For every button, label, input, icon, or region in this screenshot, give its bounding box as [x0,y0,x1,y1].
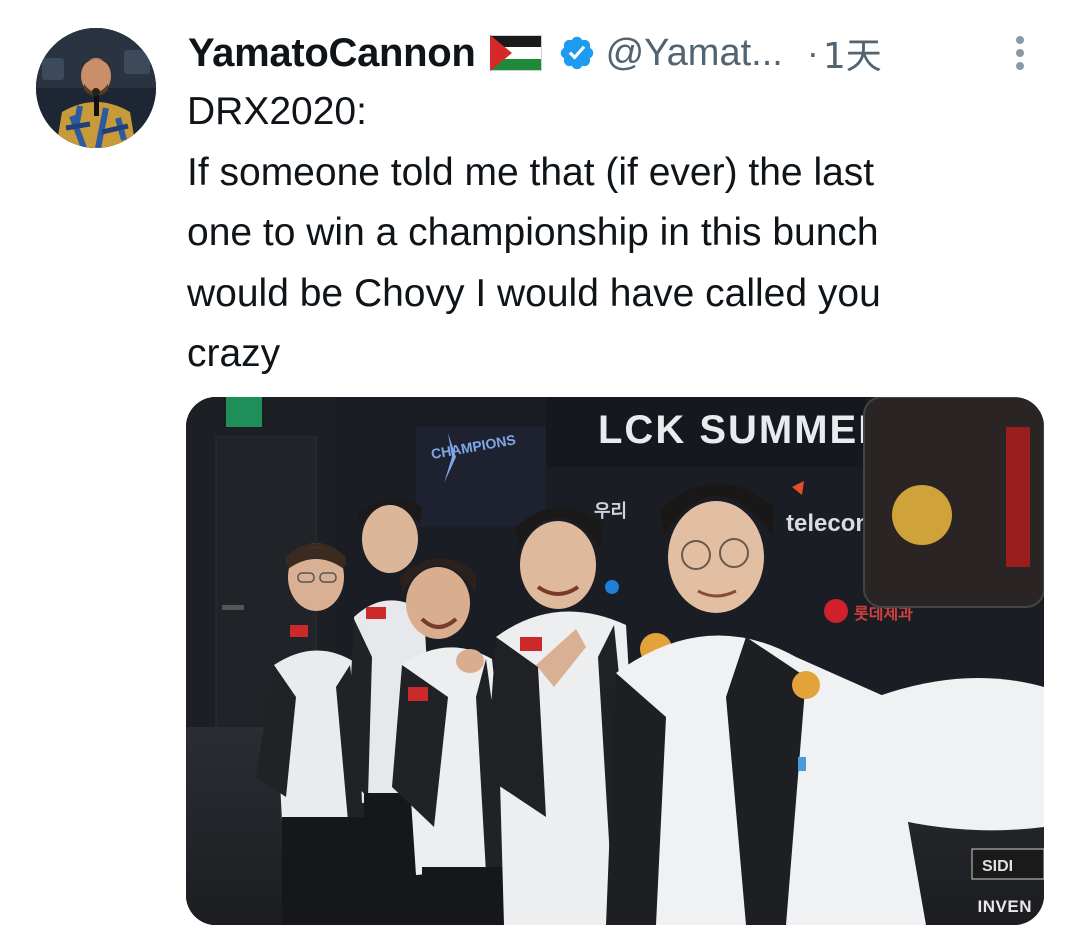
tweet-media-photo[interactable]: CHAMPIONS LCK SUMMER 우리 telecom 롯데제과 SID… [186,397,1044,925]
author-handle[interactable]: @Yamat... [606,32,783,75]
tweet-card[interactable]: YamatoCannon @Yamat... · 1天 DRX2020: If … [0,0,1080,939]
more-options-button[interactable] [1003,30,1037,76]
tweet-text: DRX2020: If someone told me that (if eve… [187,82,1047,385]
tweet-text-line: would be Chovy I would have called you [187,271,881,315]
author-avatar[interactable] [36,28,156,148]
tweet-timestamp[interactable]: 1天 [823,27,882,79]
verified-badge-icon[interactable] [558,34,596,72]
tweet-text-line: one to win a championship in this bunch [187,211,879,254]
inven-watermark: INVEN [977,897,1032,916]
tweet-header: YamatoCannon @Yamat... · 1天 [188,28,1048,78]
tweet-text-line: DRX2020: [187,90,367,133]
exit-sign [226,397,262,427]
avatar-image [36,28,156,148]
author-display-name[interactable]: YamatoCannon [188,31,476,76]
lck-banner-text: LCK SUMMER [598,408,889,452]
svg-text:SIDI: SIDI [982,858,1013,875]
more-vertical-icon [1016,36,1024,70]
separator-dot: · [806,32,819,73]
palestine-flag-icon [489,35,542,71]
tweet-text-line: If someone told me that (if ever) the la… [187,150,875,194]
tweet-text-line: crazy [187,332,281,375]
svg-text:우리: 우리 [594,501,627,521]
team-selfie-photo: CHAMPIONS LCK SUMMER 우리 telecom 롯데제과 SID… [186,397,1044,925]
